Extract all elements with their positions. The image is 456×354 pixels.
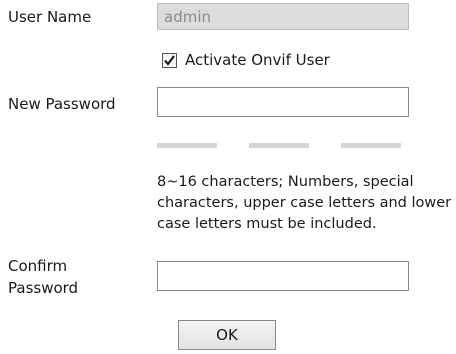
confirm-password-field[interactable] bbox=[157, 261, 409, 291]
new-password-field[interactable] bbox=[157, 87, 409, 117]
activate-onvif-label: Activate Onvif User bbox=[185, 51, 330, 69]
checkmark-icon bbox=[164, 54, 175, 66]
password-strength-segment-1 bbox=[157, 143, 217, 148]
password-strength-segment-2 bbox=[249, 143, 309, 148]
user-name-label: User Name bbox=[8, 8, 92, 26]
ok-button[interactable]: OK bbox=[178, 320, 276, 350]
new-password-label: New Password bbox=[8, 95, 116, 113]
confirm-password-label: Confirm Password bbox=[8, 257, 79, 297]
password-requirements-hint: 8~16 characters; Numbers, special charac… bbox=[157, 174, 452, 232]
password-strength-segment-3 bbox=[341, 143, 401, 148]
user-name-field[interactable] bbox=[157, 3, 409, 30]
activate-onvif-checkbox[interactable] bbox=[162, 52, 177, 68]
activate-onvif-row: Activate Onvif User bbox=[162, 49, 330, 71]
